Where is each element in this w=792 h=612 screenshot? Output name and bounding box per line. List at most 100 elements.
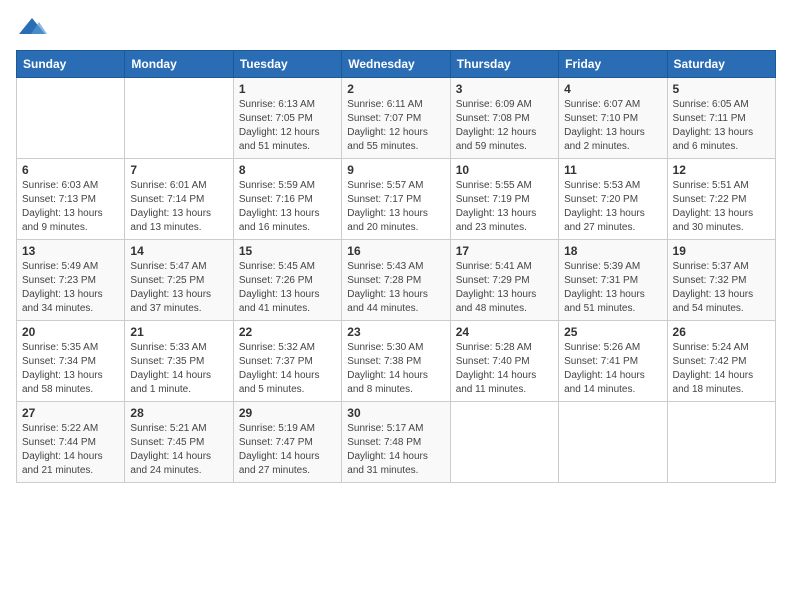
weekday-tuesday: Tuesday: [233, 51, 341, 78]
day-number: 24: [456, 325, 553, 339]
day-info: Sunrise: 5:26 AMSunset: 7:41 PMDaylight:…: [564, 341, 661, 397]
calendar-cell: 17Sunrise: 5:41 AMSunset: 7:29 PMDayligh…: [450, 240, 558, 321]
day-info: Sunrise: 5:55 AMSunset: 7:19 PMDaylight:…: [456, 179, 553, 235]
day-info: Sunrise: 5:37 AMSunset: 7:32 PMDaylight:…: [673, 260, 770, 316]
weekday-header-row: SundayMondayTuesdayWednesdayThursdayFrid…: [17, 51, 776, 78]
day-info: Sunrise: 6:09 AMSunset: 7:08 PMDaylight:…: [456, 98, 553, 154]
day-number: 21: [130, 325, 227, 339]
weekday-wednesday: Wednesday: [342, 51, 450, 78]
day-number: 7: [130, 163, 227, 177]
day-info: Sunrise: 5:22 AMSunset: 7:44 PMDaylight:…: [22, 422, 119, 478]
calendar-cell: 1Sunrise: 6:13 AMSunset: 7:05 PMDaylight…: [233, 78, 341, 159]
day-info: Sunrise: 5:32 AMSunset: 7:37 PMDaylight:…: [239, 341, 336, 397]
calendar-cell: 20 Sunrise: 5:35 AMSunset: 7:34 PMDayligh…: [17, 321, 125, 402]
day-number: 10: [456, 163, 553, 177]
day-info: Sunrise: 5:51 AMSunset: 7:22 PMDaylight:…: [673, 179, 770, 235]
day-info: Sunrise: 6:11 AMSunset: 7:07 PMDaylight:…: [347, 98, 444, 154]
day-number: 8: [239, 163, 336, 177]
calendar-cell: [17, 78, 125, 159]
day-info: Sunrise: 5:57 AMSunset: 7:17 PMDaylight:…: [347, 179, 444, 235]
calendar-cell: 23 Sunrise: 5:30 AMSunset: 7:38 PMDayligh…: [342, 321, 450, 402]
day-number: 9: [347, 163, 444, 177]
weekday-monday: Monday: [125, 51, 233, 78]
day-info: Sunrise: 5:24 AMSunset: 7:42 PMDaylight:…: [673, 341, 770, 397]
day-info: Sunrise: 5:59 AMSunset: 7:16 PMDaylight:…: [239, 179, 336, 235]
calendar-body: 1Sunrise: 6:13 AMSunset: 7:05 PMDaylight…: [17, 78, 776, 483]
day-number: 18: [564, 244, 661, 258]
day-number: 26: [673, 325, 770, 339]
day-info: Sunrise: 6:01 AMSunset: 7:14 PMDaylight:…: [130, 179, 227, 235]
day-info: Sunrise: 5:30 AMSunset: 7:38 PMDaylight:…: [347, 341, 444, 397]
day-number: 12: [673, 163, 770, 177]
weekday-friday: Friday: [559, 51, 667, 78]
day-info: Sunrise: 6:13 AMSunset: 7:05 PMDaylight:…: [239, 98, 336, 154]
day-number: 30: [347, 406, 444, 420]
calendar-cell: 21 Sunrise: 5:33 AMSunset: 7:35 PMDayligh…: [125, 321, 233, 402]
weekday-thursday: Thursday: [450, 51, 558, 78]
day-info: Sunrise: 6:03 AMSunset: 7:13 PMDaylight:…: [22, 179, 119, 235]
calendar-cell: 22 Sunrise: 5:32 AMSunset: 7:37 PMDayligh…: [233, 321, 341, 402]
day-info: Sunrise: 5:53 AMSunset: 7:20 PMDaylight:…: [564, 179, 661, 235]
calendar-cell: 3 Sunrise: 6:09 AMSunset: 7:08 PMDaylight…: [450, 78, 558, 159]
weekday-sunday: Sunday: [17, 51, 125, 78]
day-number: 27: [22, 406, 119, 420]
day-info: Sunrise: 5:19 AMSunset: 7:47 PMDaylight:…: [239, 422, 336, 478]
day-info: Sunrise: 5:33 AMSunset: 7:35 PMDaylight:…: [130, 341, 227, 397]
calendar-cell: 10 Sunrise: 5:55 AMSunset: 7:19 PMDayligh…: [450, 159, 558, 240]
calendar-cell: 24 Sunrise: 5:28 AMSunset: 7:40 PMDayligh…: [450, 321, 558, 402]
calendar-cell: [559, 402, 667, 483]
calendar-week-4: 20 Sunrise: 5:35 AMSunset: 7:34 PMDayligh…: [17, 321, 776, 402]
weekday-saturday: Saturday: [667, 51, 775, 78]
calendar-cell: [125, 78, 233, 159]
page-header: [16, 16, 776, 38]
day-number: 20: [22, 325, 119, 339]
day-number: 3: [456, 82, 553, 96]
day-number: 2: [347, 82, 444, 96]
day-number: 25: [564, 325, 661, 339]
day-info: Sunrise: 5:45 AMSunset: 7:26 PMDaylight:…: [239, 260, 336, 316]
day-number: 6: [22, 163, 119, 177]
calendar-cell: 16 Sunrise: 5:43 AMSunset: 7:28 PMDayligh…: [342, 240, 450, 321]
day-info: Sunrise: 5:28 AMSunset: 7:40 PMDaylight:…: [456, 341, 553, 397]
day-number: 11: [564, 163, 661, 177]
day-number: 16: [347, 244, 444, 258]
day-info: Sunrise: 5:49 AMSunset: 7:23 PMDaylight:…: [22, 260, 119, 316]
calendar-cell: 11 Sunrise: 5:53 AMSunset: 7:20 PMDayligh…: [559, 159, 667, 240]
day-number: 13: [22, 244, 119, 258]
calendar-cell: 2 Sunrise: 6:11 AMSunset: 7:07 PMDaylight…: [342, 78, 450, 159]
calendar-cell: 14Sunrise: 5:47 AMSunset: 7:25 PMDayligh…: [125, 240, 233, 321]
calendar-cell: [450, 402, 558, 483]
calendar-cell: 8 Sunrise: 5:59 AMSunset: 7:16 PMDaylight…: [233, 159, 341, 240]
day-number: 15: [239, 244, 336, 258]
day-info: Sunrise: 5:35 AMSunset: 7:34 PMDaylight:…: [22, 341, 119, 397]
calendar-cell: 25 Sunrise: 5:26 AMSunset: 7:41 PMDayligh…: [559, 321, 667, 402]
calendar-week-2: 6 Sunrise: 6:03 AMSunset: 7:13 PMDaylight…: [17, 159, 776, 240]
day-info: Sunrise: 5:39 AMSunset: 7:31 PMDaylight:…: [564, 260, 661, 316]
day-info: Sunrise: 5:17 AMSunset: 7:48 PMDaylight:…: [347, 422, 444, 478]
day-number: 22: [239, 325, 336, 339]
calendar-cell: 7 Sunrise: 6:01 AMSunset: 7:14 PMDaylight…: [125, 159, 233, 240]
calendar-week-5: 27 Sunrise: 5:22 AMSunset: 7:44 PMDayligh…: [17, 402, 776, 483]
calendar-cell: 27 Sunrise: 5:22 AMSunset: 7:44 PMDayligh…: [17, 402, 125, 483]
day-number: 14: [130, 244, 227, 258]
logo-icon: [17, 16, 47, 38]
day-number: 19: [673, 244, 770, 258]
calendar-cell: 9 Sunrise: 5:57 AMSunset: 7:17 PMDaylight…: [342, 159, 450, 240]
calendar-cell: 29 Sunrise: 5:19 AMSunset: 7:47 PMDayligh…: [233, 402, 341, 483]
calendar-cell: 28Sunrise: 5:21 AMSunset: 7:45 PMDayligh…: [125, 402, 233, 483]
day-number: 28: [130, 406, 227, 420]
day-number: 29: [239, 406, 336, 420]
calendar-cell: 30 Sunrise: 5:17 AMSunset: 7:48 PMDayligh…: [342, 402, 450, 483]
calendar-cell: 13 Sunrise: 5:49 AMSunset: 7:23 PMDayligh…: [17, 240, 125, 321]
calendar-cell: [667, 402, 775, 483]
calendar-cell: 6 Sunrise: 6:03 AMSunset: 7:13 PMDaylight…: [17, 159, 125, 240]
calendar-week-3: 13 Sunrise: 5:49 AMSunset: 7:23 PMDayligh…: [17, 240, 776, 321]
day-number: 4: [564, 82, 661, 96]
day-number: 23: [347, 325, 444, 339]
day-info: Sunrise: 5:41 AMSunset: 7:29 PMDaylight:…: [456, 260, 553, 316]
day-info: Sunrise: 6:05 AMSunset: 7:11 PMDaylight:…: [673, 98, 770, 154]
day-info: Sunrise: 5:43 AMSunset: 7:28 PMDaylight:…: [347, 260, 444, 316]
calendar-cell: 19 Sunrise: 5:37 AMSunset: 7:32 PMDayligh…: [667, 240, 775, 321]
calendar-table: SundayMondayTuesdayWednesdayThursdayFrid…: [16, 50, 776, 483]
calendar-cell: 18 Sunrise: 5:39 AMSunset: 7:31 PMDayligh…: [559, 240, 667, 321]
